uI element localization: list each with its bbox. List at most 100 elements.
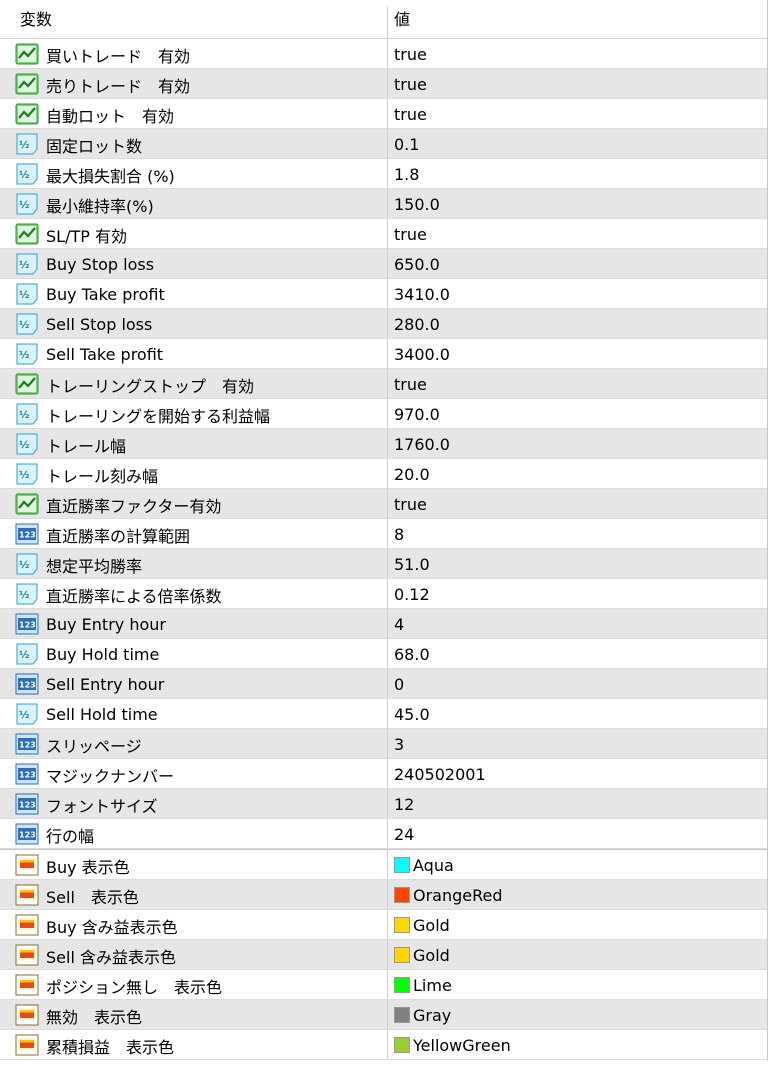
parameter-value: 3400.0 xyxy=(394,345,450,364)
parameter-value: true xyxy=(394,105,427,124)
table-row[interactable]: ½ 直近勝率による倍率係数 0.12 xyxy=(0,579,767,609)
parameter-name-cell: ½ Sell Take profit xyxy=(0,339,388,368)
parameter-value-cell[interactable]: 650.0 xyxy=(388,249,767,278)
table-row[interactable]: 無効 表示色 Gray xyxy=(0,1000,767,1030)
parameter-value-cell[interactable]: Lime xyxy=(388,970,767,999)
parameter-value-cell[interactable]: 3400.0 xyxy=(388,339,767,368)
table-row[interactable]: ½ トレール幅 1760.0 xyxy=(0,429,767,459)
table-row[interactable]: Buy 表示色 Aqua xyxy=(0,850,767,880)
parameter-value-cell[interactable]: 3410.0 xyxy=(388,279,767,308)
double-icon: ½ xyxy=(14,163,40,185)
parameter-name-cell: Sell 含み益表示色 xyxy=(0,940,388,969)
parameter-value-cell[interactable]: 0.12 xyxy=(388,579,767,608)
table-row[interactable]: ½ 最大損失割合 (%) 1.8 xyxy=(0,159,767,189)
parameter-value-cell[interactable]: 0 xyxy=(388,669,767,698)
parameter-value-cell[interactable]: 1760.0 xyxy=(388,429,767,458)
table-row[interactable]: ½ Buy Stop loss 650.0 xyxy=(0,249,767,279)
parameter-value-cell[interactable]: YellowGreen xyxy=(388,1030,767,1059)
table-row[interactable]: ポジション無し 表示色 Lime xyxy=(0,970,767,1000)
double-icon: ½ xyxy=(14,643,40,665)
svg-text:½: ½ xyxy=(19,200,29,211)
parameter-value-cell[interactable]: 1.8 xyxy=(388,159,767,188)
parameter-value-cell[interactable]: true xyxy=(388,99,767,128)
parameter-value-cell[interactable]: OrangeRed xyxy=(388,880,767,909)
svg-text:½: ½ xyxy=(19,350,29,361)
table-row[interactable]: ½ 想定平均勝率 51.0 xyxy=(0,549,767,579)
parameter-value: 3 xyxy=(394,735,405,754)
table-row[interactable]: 123 Sell Entry hour 0 xyxy=(0,669,767,699)
table-row[interactable]: ½ 固定ロット数 0.1 xyxy=(0,129,767,159)
parameter-value-cell[interactable]: true xyxy=(388,369,767,398)
table-row[interactable]: ½ Buy Hold time 68.0 xyxy=(0,639,767,669)
parameter-value-cell[interactable]: 20.0 xyxy=(388,459,767,488)
double-icon: ½ xyxy=(14,463,40,485)
column-header-variable[interactable]: 変数 xyxy=(0,6,388,38)
table-row[interactable]: ½ トレーリングを開始する利益幅 970.0 xyxy=(0,399,767,429)
table-row[interactable]: 買いトレード 有効 true xyxy=(0,39,767,69)
parameter-value-cell[interactable]: 51.0 xyxy=(388,549,767,578)
parameter-value-cell[interactable]: Aqua xyxy=(388,850,767,879)
parameter-value-cell[interactable]: true xyxy=(388,219,767,248)
parameter-name-cell: ½ トレール刻み幅 xyxy=(0,459,388,488)
parameter-value: 24 xyxy=(394,825,415,844)
parameter-name-cell: ½ 最小維持率(%) xyxy=(0,189,388,218)
parameter-value-cell[interactable]: 970.0 xyxy=(388,399,767,428)
table-row[interactable]: 累積損益 表示色 YellowGreen xyxy=(0,1030,767,1060)
table-row[interactable]: 123 フォントサイズ 12 xyxy=(0,789,767,819)
parameter-value-cell[interactable]: 8 xyxy=(388,519,767,548)
parameter-rows: 買いトレード 有効 true 売りトレード 有効 true 自動ロット 有効 true ½ 固… xyxy=(0,39,767,849)
parameter-name: Sell Entry hour xyxy=(46,675,165,694)
parameter-value: Aqua xyxy=(413,856,454,875)
table-row[interactable]: 売りトレード 有効 true xyxy=(0,69,767,99)
parameter-value-cell[interactable]: 24 xyxy=(388,819,767,848)
parameter-value-cell[interactable]: Gold xyxy=(388,940,767,969)
table-row[interactable]: Sell 含み益表示色 Gold xyxy=(0,940,767,970)
table-row[interactable]: 123 マジックナンバー 240502001 xyxy=(0,759,767,789)
parameter-name: マジックナンバー xyxy=(46,766,175,786)
parameter-value-cell[interactable]: Gray xyxy=(388,1000,767,1029)
parameter-value-cell[interactable]: 45.0 xyxy=(388,699,767,728)
parameter-value-cell[interactable]: 280.0 xyxy=(388,309,767,338)
table-row[interactable]: 123 行の幅 24 xyxy=(0,819,767,849)
parameter-value-cell[interactable]: true xyxy=(388,39,767,68)
table-row[interactable]: 123 スリッページ 3 xyxy=(0,729,767,759)
table-row[interactable]: ½ トレール刻み幅 20.0 xyxy=(0,459,767,489)
table-row[interactable]: ½ Sell Take profit 3400.0 xyxy=(0,339,767,369)
parameter-value: 51.0 xyxy=(394,555,430,574)
column-header-value[interactable]: 値 xyxy=(388,6,767,38)
table-row[interactable]: ½ 最小維持率(%) 150.0 xyxy=(0,189,767,219)
parameter-value-cell[interactable]: 150.0 xyxy=(388,189,767,218)
parameter-name-cell: ½ Buy Stop loss xyxy=(0,249,388,278)
table-row[interactable]: 直近勝率ファクター有効 true xyxy=(0,489,767,519)
table-row[interactable]: 123 Buy Entry hour 4 xyxy=(0,609,767,639)
table-row[interactable]: ½ Sell Hold time 45.0 xyxy=(0,699,767,729)
table-row[interactable]: 自動ロット 有効 true xyxy=(0,99,767,129)
parameter-value-cell[interactable]: true xyxy=(388,69,767,98)
parameter-name: Buy Take profit xyxy=(46,285,165,304)
table-row[interactable]: Sell 表示色 OrangeRed xyxy=(0,880,767,910)
table-row[interactable]: トレーリングストップ 有効 true xyxy=(0,369,767,399)
parameter-value: true xyxy=(394,75,427,94)
parameter-name: Sell Stop loss xyxy=(46,315,153,334)
parameter-value-cell[interactable]: 4 xyxy=(388,609,767,638)
table-row[interactable]: Buy 含み益表示色 Gold xyxy=(0,910,767,940)
color-icon xyxy=(14,1034,40,1056)
svg-text:½: ½ xyxy=(19,260,29,271)
table-row[interactable]: SL/TP 有効 true xyxy=(0,219,767,249)
parameter-value-cell[interactable]: Gold xyxy=(388,910,767,939)
table-header: 変数 値 xyxy=(0,0,767,39)
parameter-value-cell[interactable]: 0.1 xyxy=(388,129,767,158)
svg-text:½: ½ xyxy=(19,650,29,661)
parameter-value-cell[interactable]: 68.0 xyxy=(388,639,767,668)
parameter-value-cell[interactable]: 12 xyxy=(388,789,767,818)
color-swatch xyxy=(394,976,410,993)
parameter-value-cell[interactable]: 3 xyxy=(388,729,767,758)
parameter-name-cell: ½ Buy Hold time xyxy=(0,639,388,668)
parameter-value-cell[interactable]: 240502001 xyxy=(388,759,767,788)
parameter-name: 最小維持率(%) xyxy=(46,196,154,216)
parameter-value-cell[interactable]: true xyxy=(388,489,767,518)
table-row[interactable]: ½ Buy Take profit 3410.0 xyxy=(0,279,767,309)
parameter-name: 売りトレード 有効 xyxy=(46,76,191,96)
table-row[interactable]: ½ Sell Stop loss 280.0 xyxy=(0,309,767,339)
table-row[interactable]: 123 直近勝率の計算範囲 8 xyxy=(0,519,767,549)
